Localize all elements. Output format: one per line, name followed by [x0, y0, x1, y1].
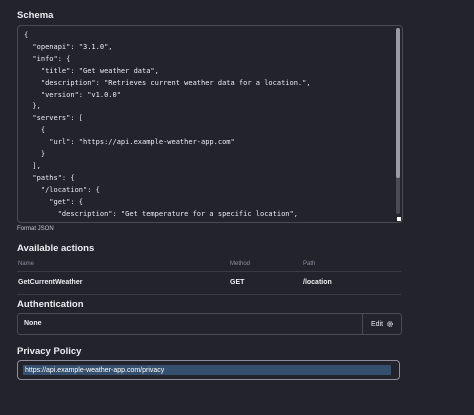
authentication-value: None — [24, 320, 42, 327]
edit-label: Edit — [370, 320, 384, 328]
schema-code[interactable]: { "openapi": "3.1.0", "info": { "title":… — [18, 26, 402, 222]
available-actions-title: Available actions — [17, 243, 95, 254]
action-name: GetCurrentWeather — [18, 279, 83, 286]
column-header-method: Method — [230, 261, 251, 267]
actions-table: Name Method Path GetCurrentWeather GET /… — [17, 258, 401, 295]
column-header-path: Path — [303, 261, 316, 267]
resize-handle[interactable] — [397, 217, 401, 221]
table-row[interactable]: GetCurrentWeather GET /location — [17, 272, 401, 295]
privacy-policy-url: https://api.example-weather-app.com/priv… — [23, 366, 167, 375]
privacy-policy-input[interactable]: https://api.example-weather-app.com/priv… — [17, 360, 400, 380]
column-header-name: Name — [18, 261, 35, 267]
authentication-title: Authentication — [17, 299, 84, 310]
schema-title: Schema — [17, 10, 54, 21]
format-json-link[interactable]: Format JSON — [17, 226, 54, 232]
action-path: /location — [303, 279, 332, 286]
privacy-policy-title: Privacy Policy — [17, 346, 82, 357]
gear-icon — [386, 315, 394, 333]
schema-editor[interactable]: { "openapi": "3.1.0", "info": { "title":… — [17, 25, 403, 223]
authentication-divider — [362, 314, 363, 334]
edit-authentication-button[interactable]: Edit — [364, 314, 401, 334]
schema-scrollbar[interactable] — [396, 28, 400, 214]
schema-scrollbar-thumb[interactable] — [396, 28, 400, 178]
authentication-box: None Edit — [17, 313, 402, 335]
actions-table-header: Name Method Path — [17, 258, 401, 272]
action-method: GET — [230, 279, 245, 286]
